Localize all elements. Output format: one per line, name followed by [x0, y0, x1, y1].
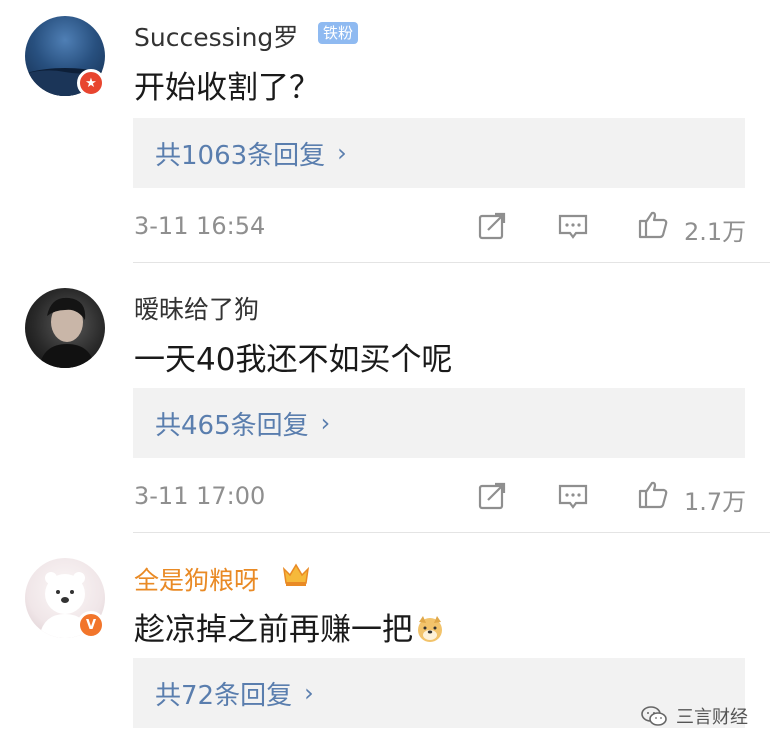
doge-emoji-icon [418, 616, 442, 642]
chevron-right-icon: › [337, 139, 347, 167]
watermark-text: 三言财经 [676, 707, 748, 728]
chevron-right-icon: › [304, 679, 314, 707]
repost-icon[interactable] [476, 210, 508, 242]
vip-badge-icon: V [77, 611, 105, 639]
thumbs-up-icon[interactable] [637, 208, 669, 240]
username[interactable]: 全是狗粮呀 [134, 561, 259, 597]
timestamp: 3-11 17:00 [134, 482, 266, 510]
comment-icon[interactable] [557, 480, 589, 512]
username[interactable]: 暧昧给了狗 [134, 290, 259, 326]
comment-text-content: 趁凉掉之前再赚一把 [134, 612, 413, 648]
comment-text: 开始收割了？ [134, 70, 320, 106]
view-replies-button[interactable]: 共465条回复 › [133, 388, 745, 458]
divider [133, 262, 770, 263]
replies-count: 共72条回复 [155, 680, 293, 711]
replies-count: 共1063条回复 [155, 140, 326, 171]
wechat-icon [641, 706, 667, 726]
comment-text: 趁凉掉之前再赚一把 [134, 604, 445, 649]
comment-text: 一天40我还不如买个呢 [134, 342, 453, 378]
crown-icon [282, 563, 310, 586]
view-replies-button[interactable]: 共1063条回复 › [133, 118, 745, 188]
comment-icon[interactable] [557, 210, 589, 242]
timestamp: 3-11 16:54 [134, 212, 266, 240]
replies-count: 共465条回复 [155, 410, 309, 441]
fan-badge: 铁粉 [318, 22, 359, 44]
username[interactable]: Successing罗 [134, 18, 298, 54]
watermark: 三言财经 [640, 702, 748, 730]
chevron-right-icon: › [320, 409, 331, 437]
verified-badge-icon: ★ [77, 69, 105, 97]
avatar[interactable] [25, 288, 105, 368]
like-count: 2.1万 [684, 218, 747, 246]
like-count: 1.7万 [684, 488, 747, 516]
divider [133, 532, 770, 533]
repost-icon[interactable] [476, 480, 508, 512]
thumbs-up-icon[interactable] [637, 478, 669, 510]
